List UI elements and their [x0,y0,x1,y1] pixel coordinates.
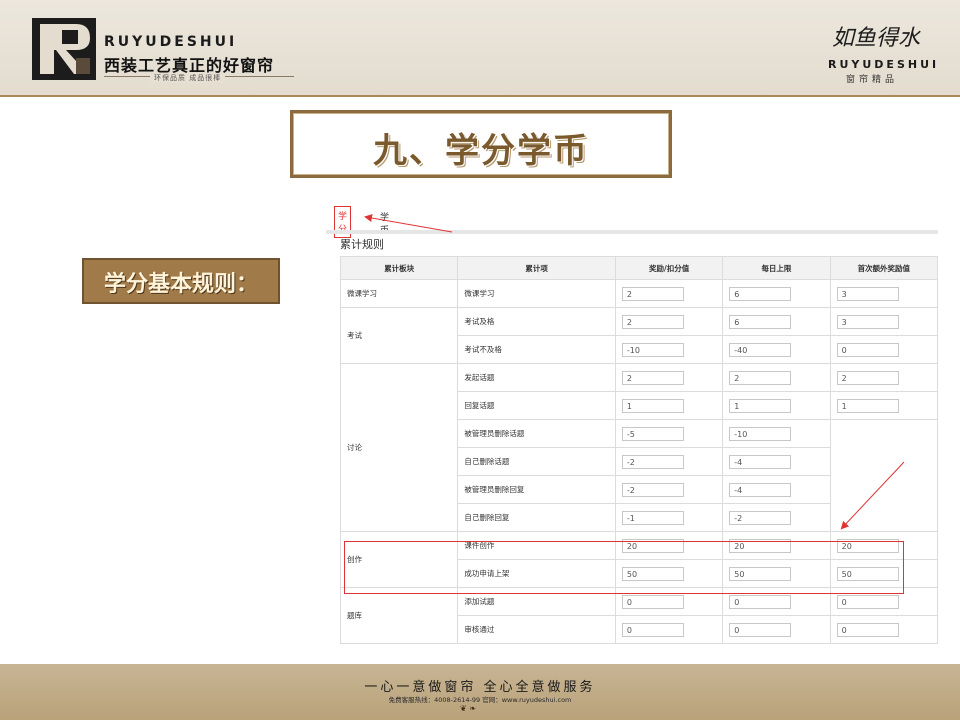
reward-input[interactable]: -2 [621,454,684,469]
reward-input[interactable]: 50 [621,566,684,581]
side-label-box: 学分基本规则： [82,258,280,304]
first-bonus-input[interactable]: 50 [836,566,899,581]
item-cell: 微课学习 [457,279,616,308]
daily-limit-input[interactable]: -4 [729,454,792,469]
item-cell: 发起话题 [457,363,616,392]
section-title: 九、学分学币 [373,131,589,171]
rules-heading: 累计规则 [340,238,384,251]
block-cell: 考试 [339,307,459,364]
first-bonus-input[interactable]: 0 [836,594,899,609]
col-header: 累计板块 [339,256,459,280]
first-bonus-empty-cell [829,419,939,532]
reward-input[interactable]: 2 [621,314,684,329]
daily-limit-input[interactable]: 1 [729,398,792,413]
item-cell: 添加试题 [457,587,616,616]
tab-underline [326,230,938,234]
block-cell: 讨论 [339,363,459,532]
item-cell: 考试不及格 [457,335,616,364]
item-cell: 自己删除回复 [457,503,616,532]
side-label: 学分基本规则： [103,272,258,297]
daily-limit-input[interactable]: 6 [729,314,792,329]
block-cell: 题库 [339,587,459,644]
daily-limit-input[interactable]: 0 [729,622,792,637]
reward-input[interactable]: -5 [621,426,684,441]
table-row: 考试 考试及格 2 6 3 [339,307,939,364]
reward-input[interactable]: 20 [621,538,684,553]
table-row: 题库 添加试题 0 0 0 [339,587,939,644]
reward-input[interactable]: 1 [621,398,684,413]
daily-limit-input[interactable]: -2 [729,510,792,525]
footer-slogan: 一心一意做窗帘 全心全意做服务 [364,680,596,695]
item-cell: 考试及格 [457,307,616,336]
first-bonus-input[interactable]: 20 [836,538,899,553]
first-bonus-input[interactable]: 3 [836,314,899,329]
block-cell: 微课学习 [339,279,459,308]
item-cell: 被管理员删除回复 [457,475,616,504]
section-title-box: 九、学分学币 [290,110,672,178]
daily-limit-input[interactable]: 6 [729,286,792,301]
item-cell: 课件创作 [457,531,616,560]
rules-table: 累计板块 累计项 奖励/扣分值 每日上限 首次额外奖励值 微课学习 微课学习 2… [339,256,939,644]
right-logo-sub: 窗帘精品 [846,75,899,85]
daily-limit-input[interactable]: 2 [729,370,792,385]
daily-limit-input[interactable]: -4 [729,482,792,497]
daily-limit-input[interactable]: 20 [729,538,792,553]
item-cell: 被管理员删除话题 [457,419,616,448]
right-logo-cn: 如鱼得水 [832,26,921,51]
right-logo-en: RUYUDESHUI [828,58,940,71]
reward-input[interactable]: -10 [621,342,684,357]
reward-input[interactable]: 2 [621,370,684,385]
daily-limit-input[interactable]: 50 [729,566,792,581]
ornament-icon: ❦ ❧ [460,704,476,713]
reward-input[interactable]: 0 [621,594,684,609]
reward-input[interactable]: -1 [621,510,684,525]
footer-contact: 免费客服热线：4008-2614-99 官网：www.ruyudeshui.co… [388,696,572,704]
first-bonus-input[interactable]: 0 [836,622,899,637]
table-row: 微课学习 微课学习 2 6 3 [339,279,939,308]
col-header: 奖励/扣分值 [614,256,724,280]
table-row: 创作 课件创作 20 20 20 [339,531,939,588]
brand-r-logo-icon [32,18,96,80]
item-cell: 自己删除话题 [457,447,616,476]
brand-name-en: RUYUDESHUI [104,34,238,50]
brand-sub-slogan: 环保品质 成品很棒 [150,73,226,83]
first-bonus-input[interactable]: 0 [836,342,899,357]
table-row: 讨论 发起话题 2 2 2 [339,363,939,532]
first-bonus-input[interactable]: 1 [836,398,899,413]
item-cell: 审核通过 [457,615,616,644]
item-cell: 回复话题 [457,391,616,420]
table-header-row: 累计板块 累计项 奖励/扣分值 每日上限 首次额外奖励值 [339,256,939,280]
reward-input[interactable]: 0 [621,622,684,637]
block-cell: 创作 [339,531,459,588]
col-header: 每日上限 [722,256,831,280]
col-header: 累计项 [457,256,616,280]
reward-input[interactable]: -2 [621,482,684,497]
header-banner: RUYUDESHUI 西装工艺真正的好窗帘 环保品质 成品很棒 如鱼得水 RUY… [0,0,960,97]
credit-rules-panel: 学分 学币 累计规则 累计板块 累计项 奖励/扣分值 每日上限 首次额外奖励值 … [326,200,939,656]
reward-input[interactable]: 2 [621,286,684,301]
daily-limit-input[interactable]: -10 [729,426,792,441]
daily-limit-input[interactable]: 0 [729,594,792,609]
col-header: 首次额外奖励值 [829,256,939,280]
item-cell: 成功申请上架 [457,559,616,588]
first-bonus-input[interactable]: 2 [836,370,899,385]
footer-banner: 一心一意做窗帘 全心全意做服务 免费客服热线：4008-2614-99 官网：w… [0,664,960,720]
first-bonus-input[interactable]: 3 [836,286,899,301]
daily-limit-input[interactable]: -40 [729,342,792,357]
